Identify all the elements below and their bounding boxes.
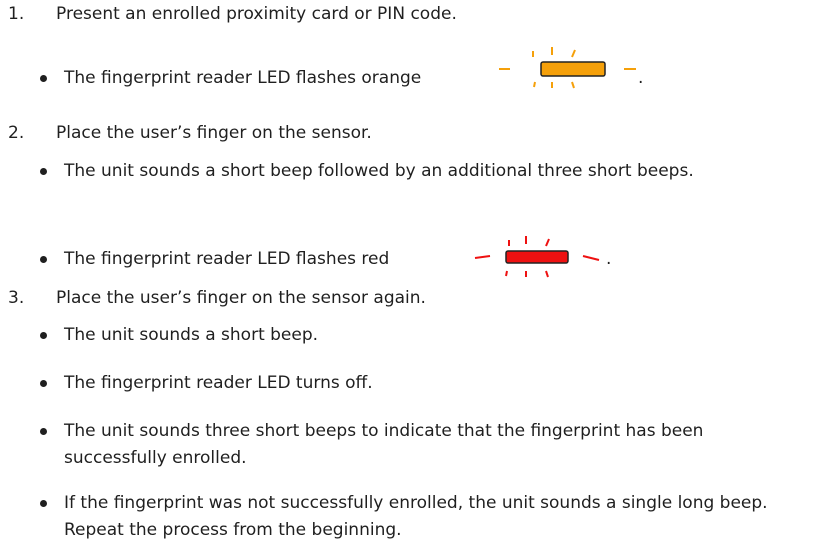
bullet-2-1-text: The unit sounds a short beep followed by… [64, 161, 694, 181]
bullet-3-3-text: The unit sounds three short beeps to ind… [64, 421, 704, 468]
bullet-1-1-period: . [638, 68, 644, 88]
bullet-3-4-dot [40, 500, 47, 507]
led-flashing-orange-icon [499, 47, 636, 89]
bullet-3-2-text: The fingerprint reader LED turns off. [64, 373, 373, 393]
bullet-2-2-text: The fingerprint reader LED flashes red [64, 249, 390, 269]
step-2-number: 2. [8, 123, 25, 143]
step-1-number: 1. [8, 4, 25, 24]
enrollment-instructions: 1. Present an enrolled proximity card or… [0, 0, 824, 560]
bullet-3-4-text: If the fingerprint was not successfully … [64, 493, 768, 540]
bullet-3-1-text: The unit sounds a short beep. [64, 325, 319, 345]
bullet-3-3-dot [40, 428, 47, 435]
bullet-2-2-dot [40, 256, 47, 263]
step-3-number: 3. [8, 288, 25, 308]
bullet-3-2-dot [40, 380, 47, 387]
step-2-text: Place the user’s finger on the sensor. [56, 123, 372, 143]
bullet-1-1-dot [40, 75, 47, 82]
bullet-2-1-dot [40, 168, 47, 175]
bullet-1-1-text: The fingerprint reader LED flashes orang… [64, 68, 422, 88]
bullet-2-2-period: . [606, 249, 612, 269]
step-1-text: Present an enrolled proximity card or PI… [56, 4, 457, 24]
bullet-3-1-dot [40, 332, 47, 339]
step-3-text: Place the user’s finger on the sensor ag… [56, 288, 426, 308]
led-flashing-red-icon [474, 236, 600, 278]
